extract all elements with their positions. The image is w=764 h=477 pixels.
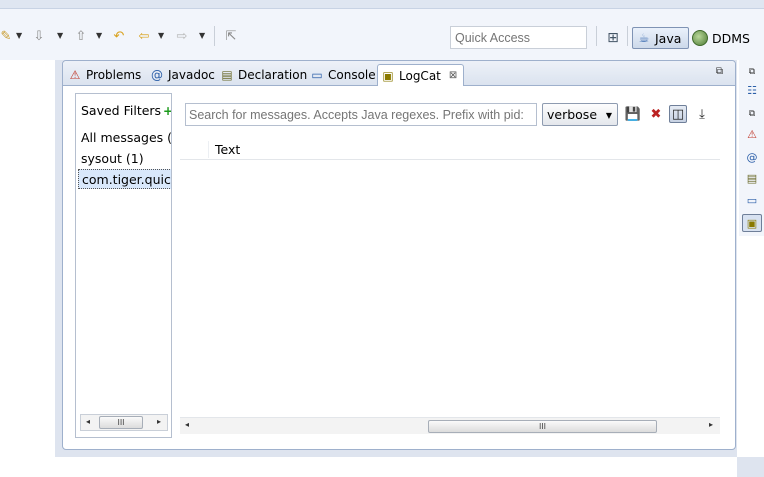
restore-view-icon[interactable]: ⧉ [744, 64, 760, 80]
scroll-lock-icon[interactable]: ⤓ [693, 105, 711, 123]
chevron-down-icon[interactable]: ▼ [16, 31, 22, 40]
editor-area [0, 60, 55, 457]
filters-horizontal-scrollbar[interactable]: ◂ III ▸ [80, 414, 168, 431]
logcat-search-input[interactable] [185, 103, 537, 126]
java-perspective-icon: ☕ [638, 31, 650, 45]
perspective-ddms-label: DDMS [712, 30, 750, 46]
declaration-icon: ▤ [221, 68, 233, 82]
pin-editor-icon[interactable]: ⇱ [222, 26, 240, 46]
log-level-select[interactable]: verbose ▼ [542, 103, 618, 126]
save-icon[interactable]: 💾 [624, 105, 642, 123]
window-top-band [0, 0, 764, 9]
tab-label: Console [328, 68, 376, 82]
column-divider [208, 141, 209, 158]
wand-icon[interactable]: ✎ [0, 26, 12, 46]
toggle-filters-panel-icon[interactable]: ◫ [669, 105, 687, 123]
tab-label: Declaration [238, 68, 308, 82]
scroll-grip: III [538, 422, 547, 431]
last-edit-icon[interactable]: ↶ [109, 26, 129, 46]
clear-log-icon[interactable]: ✖ [647, 105, 665, 123]
toolbar-separator [596, 26, 597, 46]
scroll-grip: III [117, 418, 125, 427]
toolbar-separator [214, 26, 215, 46]
tab-label: LogCat [399, 68, 441, 83]
close-icon[interactable]: ⊠ [449, 70, 457, 81]
outline-icon[interactable]: ☷ [744, 82, 760, 98]
forward-arrow-icon[interactable]: ⇨ [172, 26, 192, 46]
restore-view-icon[interactable]: ⧉ [716, 66, 723, 77]
prev-annotation-icon[interactable]: ⇧ [72, 26, 90, 46]
tab-label: Javadoc [168, 68, 215, 82]
ddms-perspective-icon [692, 30, 708, 46]
filter-item-selected[interactable]: com.tiger.quic [78, 169, 171, 189]
perspective-java-label: Java [655, 30, 682, 46]
tab-problems[interactable]: ⚠ Problems [65, 64, 144, 86]
filter-label: All messages ( [81, 130, 172, 145]
problems-icon: ⚠ [69, 68, 81, 82]
scroll-left-icon[interactable]: ◂ [86, 417, 90, 426]
chevron-down-icon[interactable]: ▼ [57, 31, 63, 40]
scroll-right-icon[interactable]: ▸ [157, 417, 161, 426]
chevron-down-icon[interactable]: ▼ [158, 31, 164, 40]
filter-item[interactable]: sysout (1) [81, 149, 144, 169]
tab-logcat[interactable]: ▣ LogCat ⊠ [377, 64, 464, 86]
status-corner [737, 457, 764, 477]
log-horizontal-scrollbar[interactable]: ◂ III ▸ [180, 417, 720, 434]
open-perspective-icon[interactable]: ⊞ [604, 28, 622, 48]
console-icon[interactable]: ▭ [744, 192, 760, 208]
minimized-views-strip: ⧉ ☷ ⧉ ⚠ @ ▤ ▭ ▣ [739, 60, 764, 236]
filter-item[interactable]: All messages ( [81, 128, 172, 148]
tab-declaration[interactable]: ▤ Declaration [217, 64, 310, 86]
toolbar-separator [627, 26, 628, 46]
saved-filters-panel: Saved Filters + All messages ( sysout (1… [75, 93, 172, 438]
logcat-view: ⚠ Problems @ Javadoc ▤ Declaration ▭ Con… [62, 60, 736, 450]
view-tab-bar: ⚠ Problems @ Javadoc ▤ Declaration ▭ Con… [63, 61, 735, 86]
scroll-right-icon[interactable]: ▸ [709, 420, 713, 429]
logcat-icon[interactable]: ▣ [742, 214, 762, 232]
at-icon: @ [151, 68, 163, 82]
scroll-left-icon[interactable]: ◂ [185, 420, 189, 429]
at-icon[interactable]: @ [744, 149, 760, 165]
quick-access-input[interactable] [450, 26, 587, 49]
console-icon: ▭ [311, 68, 323, 82]
filter-label: com.tiger.quic [82, 172, 171, 187]
declaration-icon[interactable]: ▤ [744, 170, 760, 186]
saved-filters-title: Saved Filters [81, 103, 162, 118]
chevron-down-icon: ▼ [605, 111, 612, 120]
restore-view-icon[interactable]: ⧉ [744, 106, 760, 122]
log-level-value: verbose [547, 107, 598, 122]
back-arrow-icon[interactable]: ⇦ [134, 26, 154, 46]
column-header-text[interactable]: Text [215, 142, 240, 157]
chevron-down-icon[interactable]: ▼ [199, 31, 205, 40]
log-table-header: Text [180, 139, 720, 160]
scrollbar-thumb[interactable]: III [99, 416, 143, 429]
filter-label: sysout (1) [81, 151, 144, 166]
perspective-java-button[interactable]: ☕ Java [632, 27, 689, 49]
problems-icon[interactable]: ⚠ [744, 126, 760, 142]
chevron-down-icon[interactable]: ▼ [96, 31, 102, 40]
logcat-icon: ▣ [382, 68, 394, 83]
add-filter-icon[interactable]: + [163, 104, 171, 118]
tab-console[interactable]: ▭ Console [307, 64, 379, 86]
tab-javadoc[interactable]: @ Javadoc [147, 64, 218, 86]
perspective-ddms-button[interactable]: DDMS [692, 27, 750, 49]
scrollbar-thumb[interactable]: III [428, 420, 657, 433]
next-annotation-icon[interactable]: ⇩ [30, 26, 48, 46]
tab-label: Problems [86, 68, 142, 82]
